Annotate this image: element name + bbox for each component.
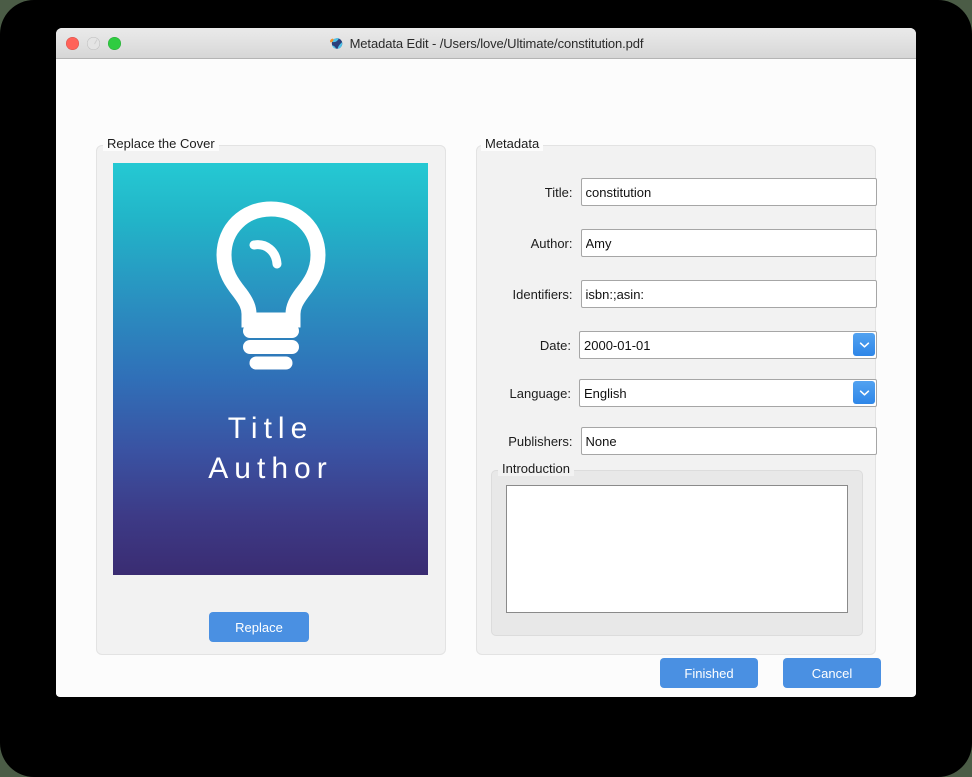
field-publishers: Publishers: bbox=[477, 427, 877, 455]
cancel-button[interactable]: Cancel bbox=[783, 658, 881, 688]
publishers-input[interactable] bbox=[580, 427, 877, 455]
field-title: Title: bbox=[477, 178, 877, 206]
title-input[interactable] bbox=[580, 178, 877, 206]
metadata-groupbox: Metadata Title: Author: Identifiers: Dat… bbox=[476, 136, 877, 655]
field-author: Author: bbox=[477, 229, 877, 257]
cover-preview-image: Title Author bbox=[113, 163, 428, 575]
minimize-button[interactable] bbox=[87, 37, 100, 50]
field-date: Date: bbox=[477, 331, 877, 359]
globe-icon bbox=[329, 37, 342, 49]
field-publishers-label: Publishers: bbox=[508, 433, 573, 449]
field-identifiers: Identifiers: bbox=[477, 280, 877, 308]
date-dropdown-button[interactable] bbox=[853, 333, 875, 356]
field-language-label: Language: bbox=[509, 385, 571, 401]
window-title-text: Metadata Edit - /Users/love/Ultimate/con… bbox=[349, 35, 644, 51]
window-title-container: Metadata Edit - /Users/love/Ultimate/con… bbox=[56, 36, 916, 51]
date-input[interactable] bbox=[579, 331, 877, 359]
introduction-textarea[interactable] bbox=[506, 485, 848, 613]
field-author-label: Author: bbox=[530, 235, 573, 251]
cover-title-text: Title bbox=[227, 412, 314, 445]
replace-cover-button[interactable]: Replace bbox=[209, 612, 309, 642]
device-frame: Metadata Edit - /Users/love/Ultimate/con… bbox=[0, 0, 972, 777]
introduction-groupbox: Introduction bbox=[491, 461, 863, 636]
introduction-groupbox-legend: Introduction bbox=[498, 461, 574, 476]
close-button[interactable] bbox=[66, 37, 79, 50]
maximize-button[interactable] bbox=[108, 37, 121, 50]
app-window: Metadata Edit - /Users/love/Ultimate/con… bbox=[56, 28, 916, 697]
chevron-down-icon bbox=[859, 341, 869, 348]
field-title-label: Title: bbox=[544, 184, 573, 200]
field-identifiers-label: Identifiers: bbox=[512, 286, 573, 302]
chevron-down-icon bbox=[859, 389, 869, 396]
cover-groupbox: Replace the Cover Title Author Replace bbox=[96, 136, 446, 655]
language-combobox[interactable] bbox=[579, 379, 877, 407]
cover-groupbox-legend: Replace the Cover bbox=[103, 136, 219, 151]
lightbulb-icon bbox=[215, 201, 326, 370]
window-titlebar: Metadata Edit - /Users/love/Ultimate/con… bbox=[56, 28, 916, 59]
window-content: Replace the Cover Title Author Replace M… bbox=[56, 59, 916, 696]
cover-author-text: Author bbox=[208, 452, 333, 486]
date-combobox[interactable] bbox=[579, 331, 877, 359]
language-input[interactable] bbox=[579, 379, 877, 407]
window-controls bbox=[66, 28, 121, 59]
language-dropdown-button[interactable] bbox=[853, 381, 875, 404]
field-date-label: Date: bbox=[539, 337, 571, 353]
field-language: Language: bbox=[477, 379, 877, 407]
author-input[interactable] bbox=[580, 229, 877, 257]
identifiers-input[interactable] bbox=[580, 280, 877, 308]
finished-button[interactable]: Finished bbox=[660, 658, 758, 688]
metadata-groupbox-legend: Metadata bbox=[481, 136, 544, 151]
